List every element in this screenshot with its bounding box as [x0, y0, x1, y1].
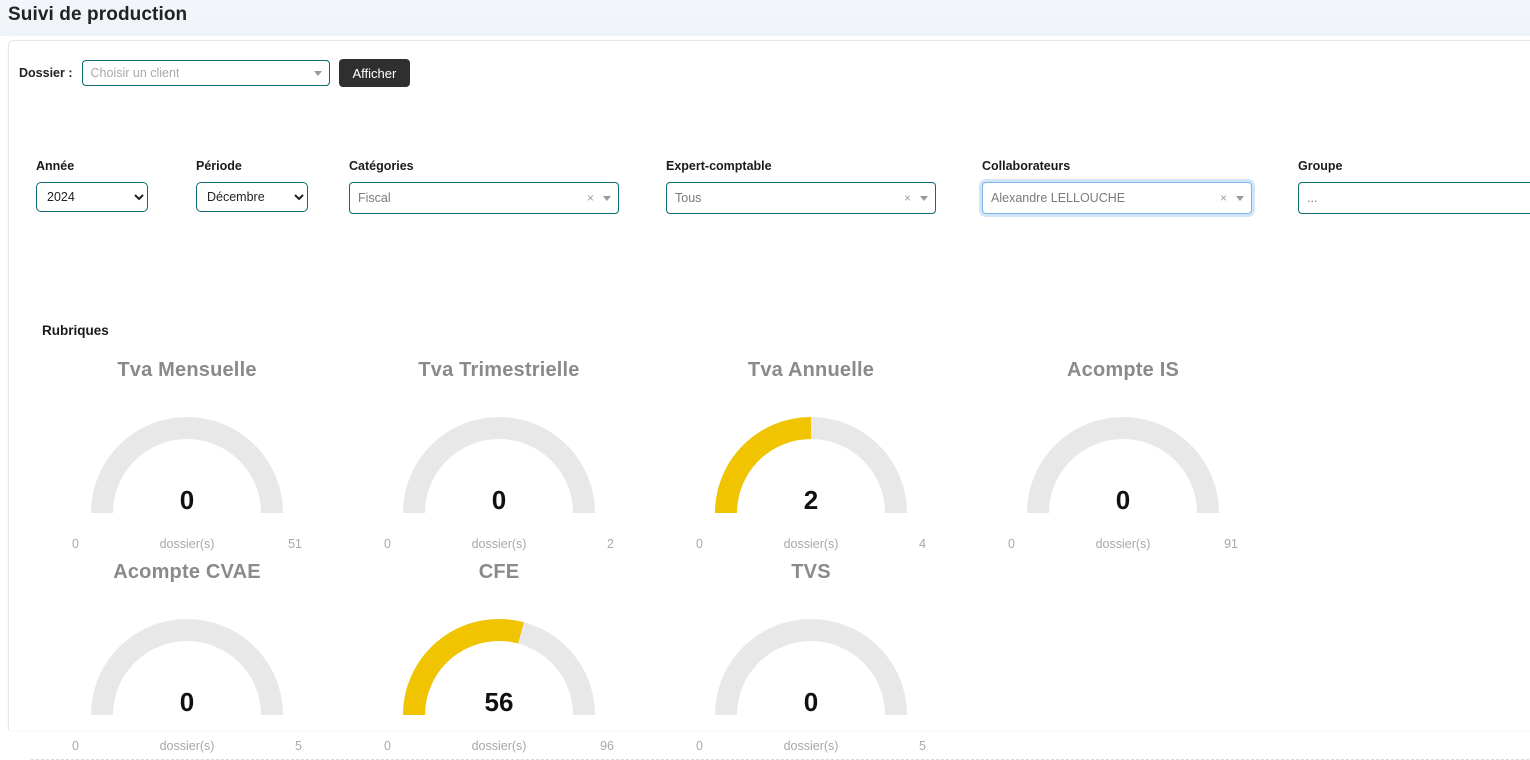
filter-categories: Catégories Fiscal ×: [349, 159, 619, 214]
gauges-grid: Tva Mensuelle 0 0 dossier(s) 51 Tva Trimestri…: [31, 351, 1530, 755]
clear-icon[interactable]: ×: [587, 192, 594, 204]
gauge-card: Acompte CVAE 0 0 dossier(s) 5: [31, 553, 343, 755]
gauge-title: TVS: [791, 561, 831, 583]
gauge-scale: 0 dossier(s) 96: [384, 739, 614, 755]
gauge-value: 0: [179, 485, 195, 515]
gauge-scale: 0 dossier(s) 5: [696, 739, 926, 755]
filter-periode: Période Décembre: [196, 159, 308, 212]
filter-groupe: Groupe...: [1298, 159, 1530, 214]
gauge-value: 2: [803, 485, 819, 515]
filters-row: Année 2024 Période Décembre Catégories Fiscal…: [9, 159, 1530, 237]
dossier-placeholder: Choisir un client: [90, 66, 180, 80]
gauge-arc: 2: [696, 403, 926, 535]
gauge-max-label: 5: [295, 739, 302, 753]
gauge-card: Acompte IS 0 0 dossier(s) 91: [967, 351, 1279, 553]
rubriques-heading: Rubriques: [42, 323, 109, 338]
gauge-title: CFE: [478, 561, 520, 583]
filter-collab: Collaborateurs Alexandre LELLOUCHE ×: [982, 159, 1252, 214]
gauge-card: Tva Mensuelle 0 0 dossier(s) 51: [31, 351, 343, 553]
gauge-unit-label: dossier(s): [471, 537, 527, 551]
gauge-scale: 0 dossier(s) 2: [384, 537, 614, 553]
gauge-arc: 0: [384, 403, 614, 535]
gauge-unit-label: dossier(s): [1095, 537, 1151, 551]
gauge-max-label: 91: [1224, 537, 1238, 551]
gauge-scale: 0 dossier(s) 5: [72, 739, 302, 755]
filter-groupe-value: ...: [1307, 191, 1318, 205]
page-header: Suivi de production: [0, 0, 1530, 36]
gauge-title: Tva Mensuelle: [117, 359, 257, 381]
gauge-unit-label: dossier(s): [159, 739, 215, 753]
filter-expert: Expert-comptable Tous ×: [666, 159, 936, 214]
filter-collab-select[interactable]: Alexandre LELLOUCHE ×: [982, 182, 1252, 214]
gauge-max-label: 4: [919, 537, 926, 551]
gauge-title: Acompte CVAE: [113, 561, 261, 583]
gauge-max-label: 5: [919, 739, 926, 753]
gauge-value: 0: [179, 687, 195, 717]
filter-expert-value: Tous: [675, 191, 702, 205]
gauge-value: 56: [484, 687, 514, 717]
gauge-scale: 0 dossier(s) 91: [1008, 537, 1238, 553]
filter-groupe-select[interactable]: ...: [1298, 182, 1530, 214]
gauge-card: CFE 56 0 dossier(s) 96: [343, 553, 655, 755]
gauge-scale: 0 dossier(s) 51: [72, 537, 302, 553]
gauge-max-label: 96: [600, 739, 614, 753]
filter-annee-select[interactable]: 2024: [36, 182, 148, 212]
page-title: Suivi de production: [8, 4, 188, 25]
gauge-arc: 0: [1008, 403, 1238, 535]
filter-expert-select[interactable]: Tous ×: [666, 182, 936, 214]
gauge-unit-label: dossier(s): [159, 537, 215, 551]
gauge-title: Tva Annuelle: [747, 359, 875, 381]
gauge-value: 0: [1115, 485, 1131, 515]
dossier-row: Dossier : Choisir un client Afficher: [19, 59, 411, 87]
gauge-title: Tva Trimestrielle: [418, 359, 580, 381]
filter-categories-label: Catégories: [349, 159, 414, 173]
gauge-card: Tva Trimestrielle 0 0 dossier(s) 2: [343, 351, 655, 553]
dossier-label: Dossier :: [19, 66, 73, 80]
gauge-max-label: 51: [288, 537, 302, 551]
chevron-down-icon[interactable]: [603, 196, 611, 201]
gauge-arc: 0: [72, 605, 302, 737]
gauge-arc: 0: [696, 605, 926, 737]
filter-categories-value: Fiscal: [358, 191, 391, 205]
gauge-max-label: 2: [607, 537, 614, 551]
filter-expert-label: Expert-comptable: [666, 159, 772, 173]
filter-annee-label: Année: [36, 159, 75, 173]
gauge-scale: 0 dossier(s) 4: [696, 537, 926, 553]
dossier-select[interactable]: Choisir un client: [81, 60, 330, 86]
filter-collab-label: Collaborateurs: [982, 159, 1071, 173]
gauge-value: 0: [803, 687, 819, 717]
gauge-unit-label: dossier(s): [783, 537, 839, 551]
gauge-arc: 0: [72, 403, 302, 535]
filter-categories-select[interactable]: Fiscal ×: [349, 182, 619, 214]
main-card: Dossier : Choisir un client Afficher Ann…: [8, 40, 1530, 760]
gauge-title: Acompte IS: [1066, 359, 1180, 381]
gauge-card: Tva Annuelle 2 0 dossier(s) 4: [655, 351, 967, 553]
afficher-button[interactable]: Afficher: [338, 59, 411, 87]
filter-groupe-label: Groupe: [1298, 159, 1343, 173]
gauge-unit-label: dossier(s): [471, 739, 527, 753]
filter-annee: Année 2024: [36, 159, 148, 212]
gauge-value: 0: [491, 485, 507, 515]
filter-collab-value: Alexandre LELLOUCHE: [991, 191, 1126, 205]
clear-icon[interactable]: ×: [904, 192, 911, 204]
chevron-down-icon[interactable]: [1236, 196, 1244, 201]
clear-icon[interactable]: ×: [1220, 192, 1227, 204]
chevron-down-icon[interactable]: [920, 196, 928, 201]
gauge-unit-label: dossier(s): [783, 739, 839, 753]
gauge-card: TVS 0 0 dossier(s) 5: [655, 553, 967, 755]
filter-periode-select[interactable]: Décembre: [196, 182, 308, 212]
gauge-arc: 56: [384, 605, 614, 737]
chevron-down-icon: [313, 71, 322, 76]
filter-periode-label: Période: [196, 159, 242, 173]
